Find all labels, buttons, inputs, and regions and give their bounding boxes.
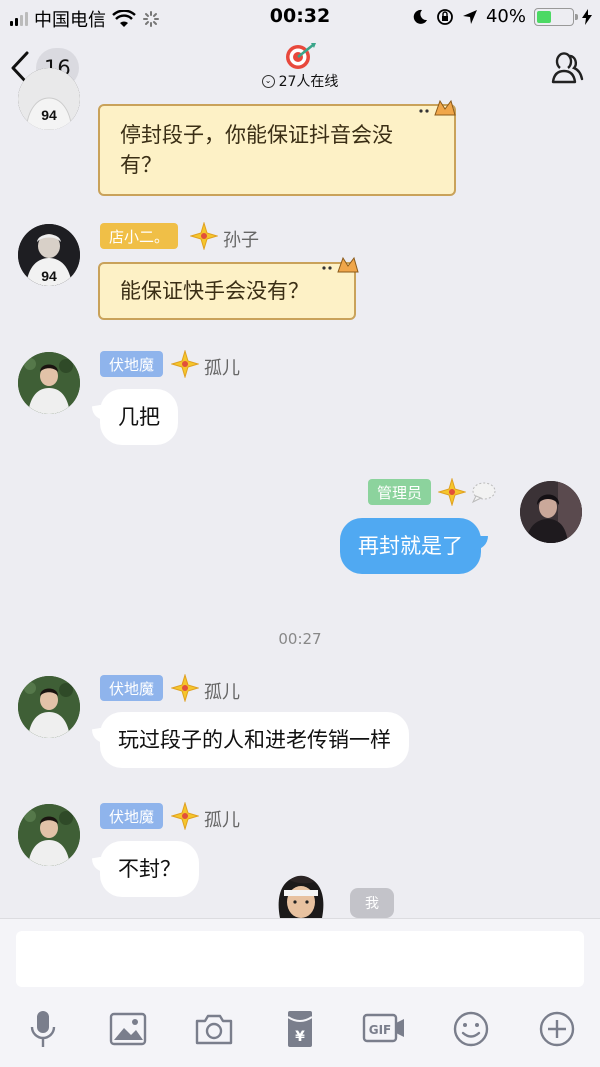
message-bubble[interactable]: 停封段子，你能保证抖音会没有？ [98, 104, 456, 196]
moon-icon [413, 9, 427, 24]
battery-icon [534, 7, 578, 26]
status-bar: 中国电信 00:32 40% [0, 0, 600, 34]
message-bubble[interactable]: 玩过段子的人和进老传销一样 [100, 712, 409, 768]
rotation-lock-icon [437, 8, 453, 25]
avatar[interactable]: 94 [18, 224, 80, 286]
star-badge-icon [171, 350, 199, 378]
avatar[interactable]: 94 [18, 68, 80, 130]
me-label[interactable]: 我 [350, 888, 394, 918]
status-right: 40% [412, 6, 592, 27]
charging-icon [582, 8, 592, 25]
sender-name: 孤儿 [204, 358, 240, 379]
emoji-icon[interactable] [449, 1007, 493, 1051]
location-icon [462, 9, 477, 24]
chevron-down-icon: ⌄ [261, 74, 275, 88]
cat-ears-icon [322, 256, 359, 273]
header-center[interactable]: ⌄ 27人在线 [200, 42, 400, 91]
chat-timestamp: 00:27 [278, 630, 322, 648]
user-title-tag: 管理员 [368, 479, 432, 505]
message-text: 不封？ [118, 857, 181, 881]
avatar-image [18, 804, 80, 866]
star-badge-icon [438, 478, 466, 506]
user-title-tag: 店小二。 [100, 223, 179, 249]
target-icon [286, 43, 316, 69]
red-packet-icon[interactable]: ¥ [278, 1007, 322, 1051]
sender-name: 孤儿 [204, 682, 240, 703]
message-bubble[interactable]: 几把 [100, 389, 178, 445]
star-badge-icon [171, 802, 199, 830]
camera-icon[interactable] [192, 1007, 236, 1051]
battery-percent: 40% [485, 6, 526, 27]
user-title-tag: 伏地魔 [100, 351, 164, 377]
message-text: 玩过段子的人和进老传销一样 [118, 728, 391, 752]
svg-text:GIF: GIF [369, 1023, 392, 1037]
user-title-tag: 伏地魔 [100, 675, 164, 701]
avatar-image [520, 481, 582, 543]
message-text: 能保证快手会没有？ [120, 279, 309, 303]
svg-text:¥: ¥ [295, 1029, 305, 1045]
svg-text:94: 94 [41, 107, 57, 123]
avatar[interactable] [18, 804, 80, 866]
message-text: 再封就是了 [358, 534, 463, 558]
chat-header: 16 ⌄ 27人在线 [0, 34, 600, 100]
star-badge-icon [171, 674, 199, 702]
avatar[interactable] [18, 676, 80, 738]
message-text: 几把 [118, 405, 160, 429]
avatar-image: 94 [18, 224, 80, 286]
online-text: 27人在线 [278, 74, 339, 90]
members-icon[interactable] [544, 48, 584, 88]
avatar-image: 94 [18, 68, 80, 130]
message-bubble[interactable]: 不封？ [100, 841, 199, 897]
cat-ears-icon [419, 99, 456, 116]
message-text: 停封段子，你能保证抖音会没有？ [120, 123, 393, 177]
avatar[interactable] [18, 352, 80, 414]
star-badge-icon [190, 222, 218, 250]
plus-icon[interactable] [535, 1007, 579, 1051]
sender-name: 孙子 [223, 230, 259, 251]
svg-text:94: 94 [41, 268, 57, 284]
avatar-image [18, 352, 80, 414]
avatar-image [18, 676, 80, 738]
user-title-tag: 伏地魔 [100, 803, 164, 829]
toolbar: ¥ GIF [0, 1007, 600, 1051]
avatar-sticker-icon[interactable] [270, 868, 332, 918]
gif-icon[interactable]: GIF [362, 1007, 406, 1051]
microphone-icon[interactable] [21, 1007, 65, 1051]
image-icon[interactable] [106, 1007, 150, 1051]
message-input[interactable] [16, 931, 584, 987]
sender-name: 孤儿 [204, 810, 240, 831]
online-count: ⌄ 27人在线 [200, 71, 400, 91]
my-avatar[interactable] [520, 481, 582, 543]
speech-bubble-badge-icon [471, 482, 496, 504]
input-area: ¥ GIF [0, 918, 600, 1067]
message-bubble-self[interactable]: 再封就是了 [340, 518, 488, 574]
